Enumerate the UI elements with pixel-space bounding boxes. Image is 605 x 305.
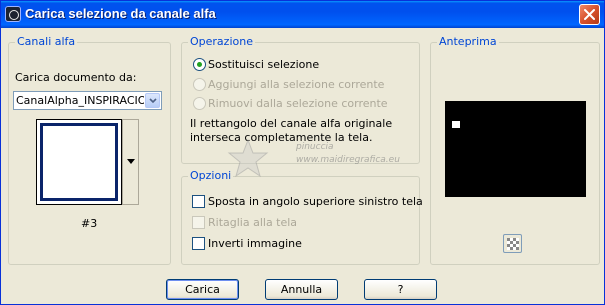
channel-swatch[interactable] — [36, 119, 122, 205]
checkbox-inverti-label[interactable]: Inverti immagine — [208, 237, 302, 250]
document-label: Carica documento da: — [15, 71, 137, 84]
document-dropdown-value: CanalAlpha_INSPIRACION — [16, 94, 144, 107]
radio-sostituisci-label[interactable]: Sostituisci selezione — [208, 58, 319, 71]
radio-rimuovi-label[interactable]: Rimuovi dalla selezione corrente — [208, 97, 388, 110]
checkbox-ritaglia[interactable] — [192, 216, 205, 229]
carica-button[interactable]: Carica — [166, 279, 239, 300]
operation-description-line1: Il rettangolo del canale alfa originale — [190, 117, 393, 130]
group-title-canali-alfa: Canali alfa — [15, 35, 78, 48]
preview-background-toggle[interactable] — [503, 234, 522, 253]
channel-swatch-dropdown[interactable] — [122, 119, 139, 205]
checkbox-inverti[interactable] — [192, 237, 205, 250]
radio-rimuovi[interactable] — [193, 97, 206, 110]
app-icon — [5, 6, 21, 22]
help-button[interactable]: ? — [364, 279, 437, 300]
channel-swatch-preview — [40, 123, 118, 201]
checkerboard-icon — [507, 238, 519, 250]
group-title-anteprima: Anteprima — [437, 35, 499, 48]
group-title-operazione: Operazione — [188, 35, 255, 48]
operation-description-line2: interseca completamente la tela. — [190, 131, 373, 144]
document-dropdown[interactable]: CanalAlpha_INSPIRACION — [13, 91, 162, 110]
checkbox-ritaglia-label[interactable]: Ritaglia alla tela — [208, 216, 297, 229]
radio-aggiungi-label[interactable]: Aggiungi alla selezione corrente — [208, 78, 384, 91]
channel-caption: #3 — [81, 217, 98, 230]
annulla-button[interactable]: Annulla — [265, 279, 338, 300]
dialog-window: Carica selezione da canale alfa Canali a… — [0, 0, 605, 305]
close-button[interactable] — [579, 4, 600, 25]
preview-selection-mark — [452, 121, 460, 128]
group-title-opzioni: Opzioni — [188, 169, 234, 182]
checkbox-sposta-label[interactable]: Sposta in angolo superiore sinistro tela — [208, 195, 423, 208]
title-bar[interactable]: Carica selezione da canale alfa — [1, 1, 604, 28]
preview-canvas — [445, 101, 586, 197]
radio-aggiungi[interactable] — [193, 78, 206, 91]
checkbox-sposta[interactable] — [192, 195, 205, 208]
radio-sostituisci[interactable] — [193, 58, 206, 71]
window-title: Carica selezione da canale alfa — [25, 6, 216, 21]
dropdown-arrow-button[interactable] — [145, 93, 160, 108]
chevron-down-icon — [127, 159, 135, 164]
radio-selected-dot — [197, 62, 202, 67]
close-icon — [584, 9, 595, 20]
chevron-down-icon — [149, 98, 157, 104]
